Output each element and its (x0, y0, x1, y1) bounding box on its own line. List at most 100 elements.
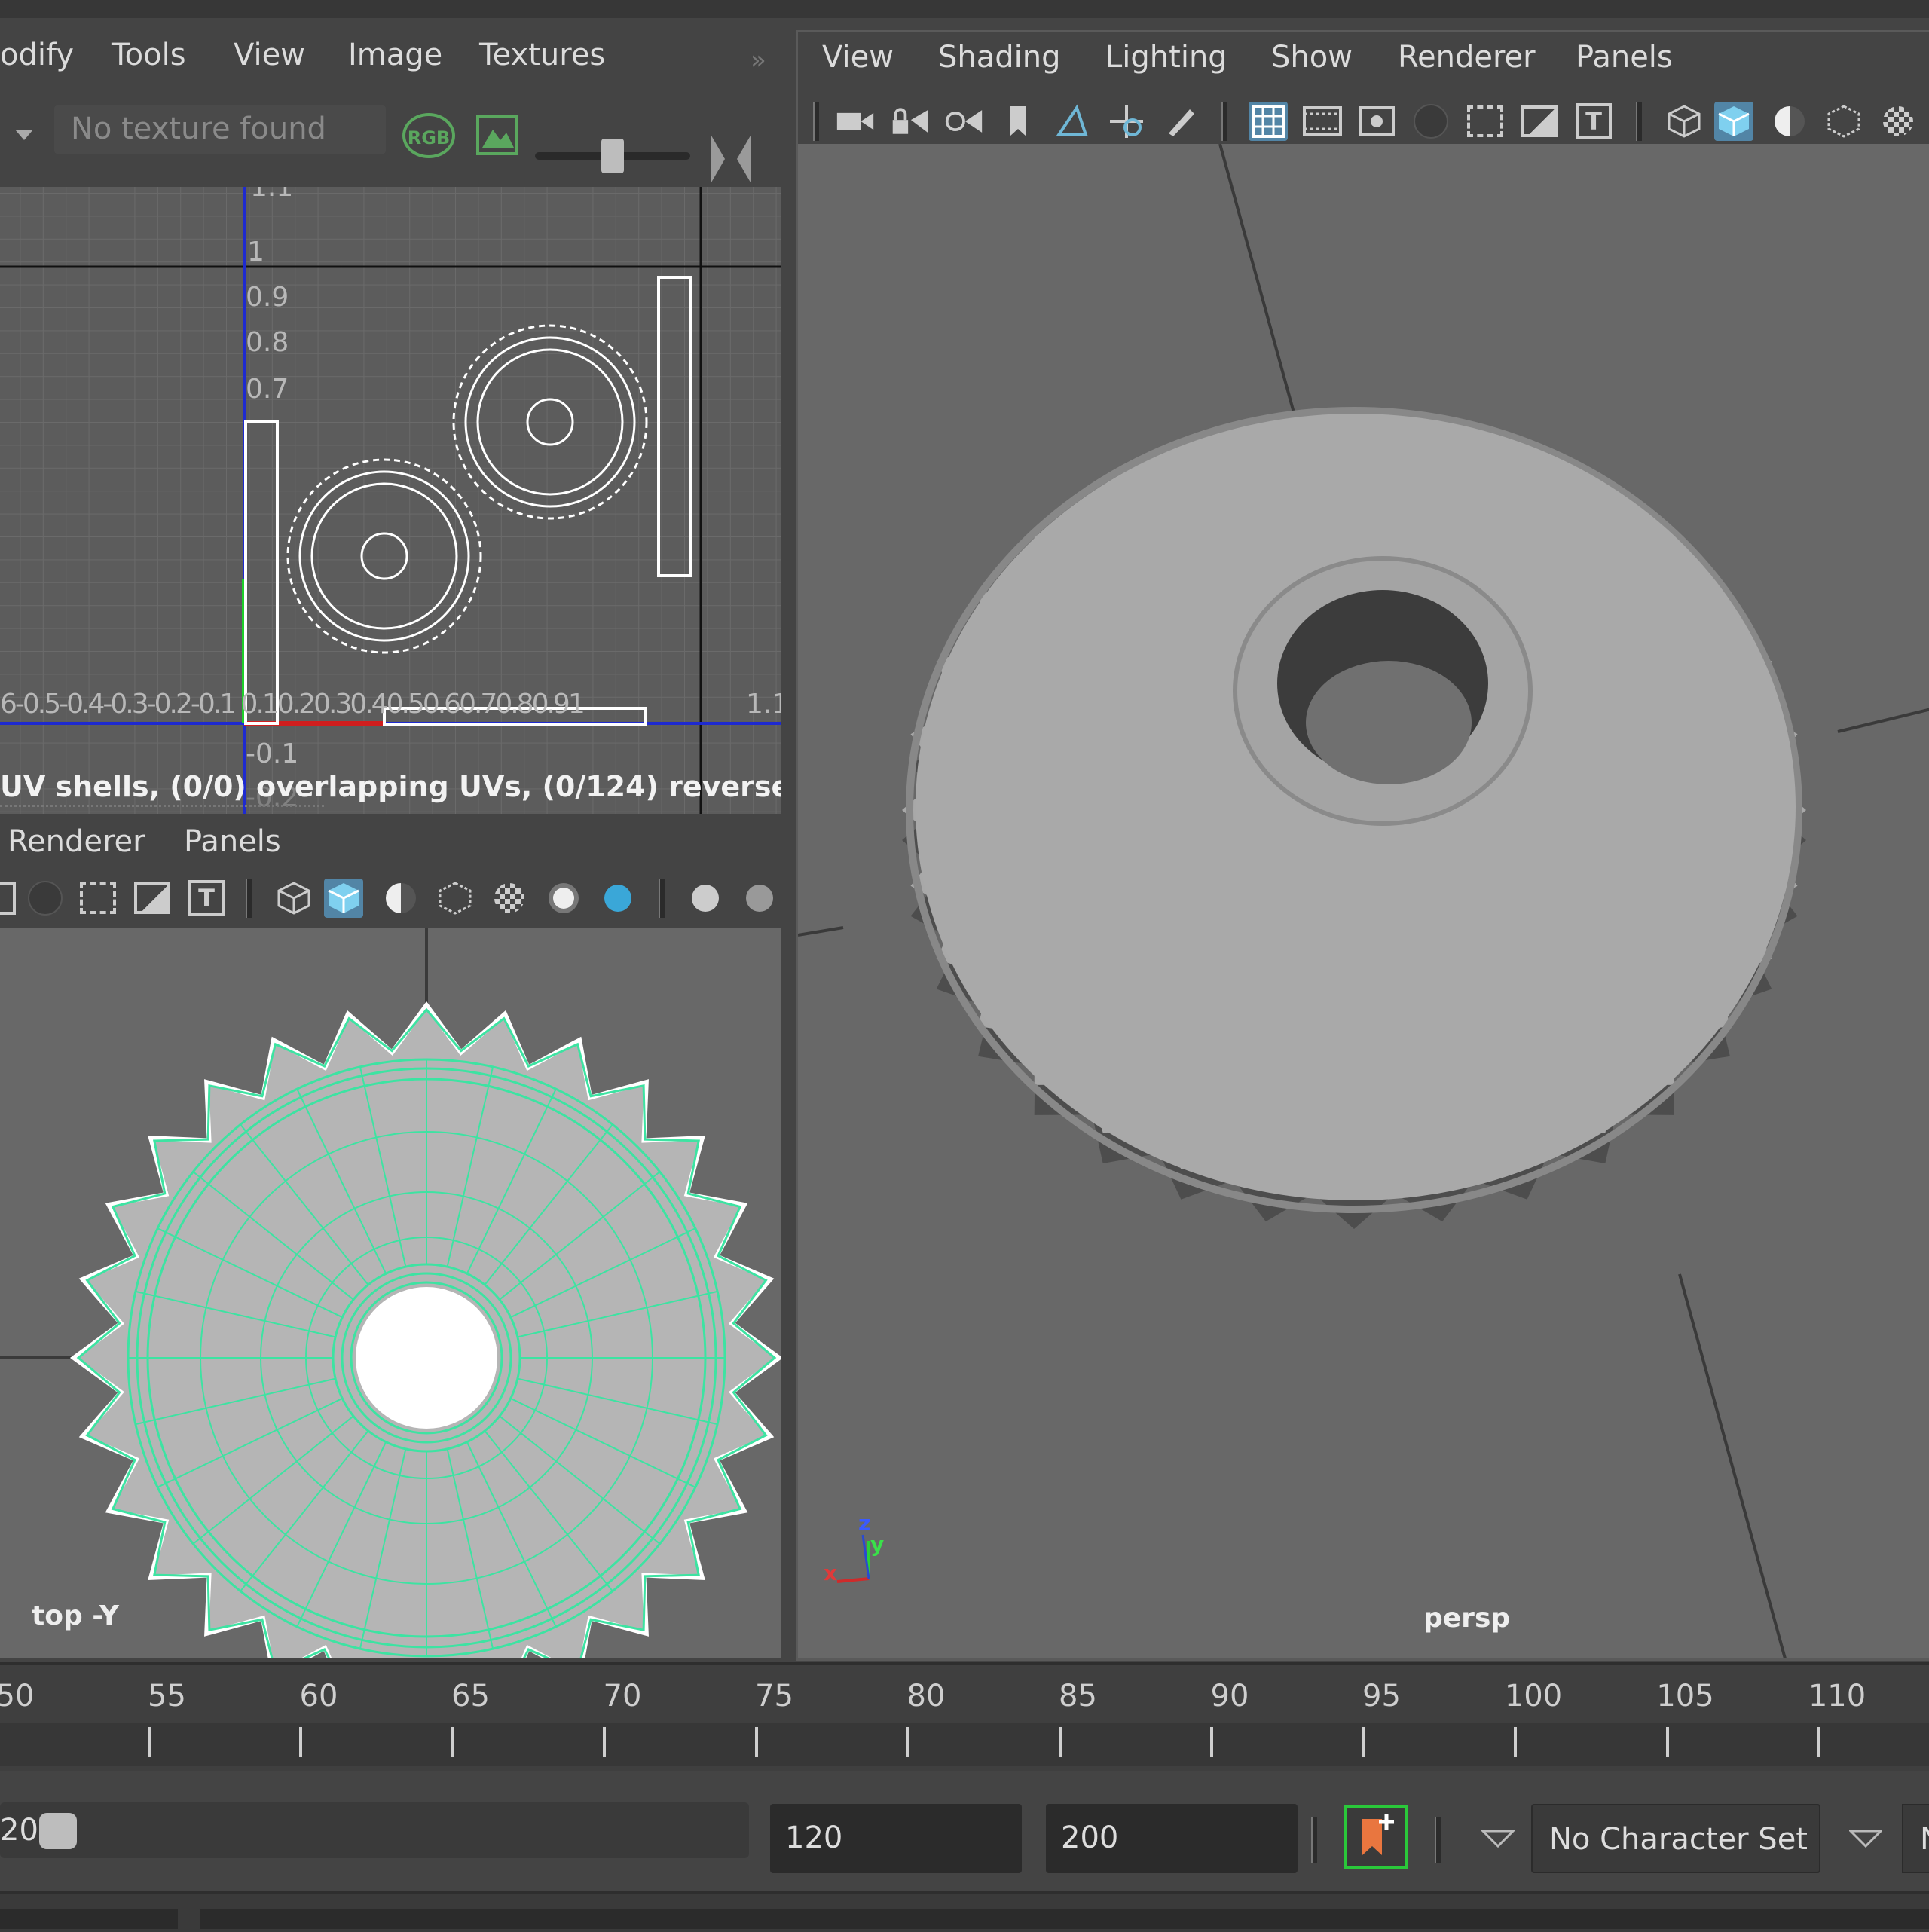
uv-grid-canvas[interactable]: 1.1 1 0.9 0.8 0.7 6-0.5-0.4-0.3-0.2-0.1 … (0, 187, 781, 820)
top-viewport[interactable]: top -Y (0, 928, 781, 1658)
timeline-tick-label: 85 (1059, 1679, 1097, 1713)
timeline-tick-label: 60 (299, 1679, 338, 1713)
timeline-tick-label: 65 (451, 1679, 490, 1713)
timeline-tick-mark (603, 1727, 606, 1757)
axis-z-label: z (858, 1511, 871, 1536)
uv-status-text: UV shells, (0/0) overlapping UVs, (0/124… (0, 770, 781, 803)
resolution-gate-icon[interactable] (0, 879, 21, 918)
bookmark-icon[interactable] (998, 102, 1038, 141)
persp-menu-show[interactable]: Show (1271, 40, 1353, 75)
grease-pencil-icon[interactable] (1161, 102, 1200, 141)
range-slider-handle[interactable] (39, 1813, 77, 1849)
resolution-gate-icon[interactable] (1357, 102, 1396, 141)
help-line-field[interactable] (200, 1909, 1929, 1929)
playback-end-field[interactable]: 120 (770, 1804, 1022, 1873)
camera-mask-icon[interactable] (26, 879, 65, 918)
persp-menu-shading[interactable]: Shading (938, 40, 1061, 75)
uv-menu-tools[interactable]: Tools (112, 38, 186, 72)
uv-v-label-0-8: 0.8 (246, 327, 289, 358)
playback-end-value: 120 (785, 1820, 843, 1855)
gate-mask-icon[interactable] (1411, 102, 1451, 141)
range-current-end: 20 (0, 1813, 38, 1848)
grid-icon[interactable] (1249, 102, 1288, 141)
hud-text-icon[interactable]: T (187, 879, 226, 918)
character-set-field[interactable]: No Character Set (1531, 1804, 1820, 1873)
film-gate-icon[interactable] (1303, 102, 1342, 141)
top-gear-hole (356, 1287, 497, 1429)
range-slider[interactable]: 20 (0, 1802, 749, 1858)
anim-layer-value: N (1920, 1822, 1929, 1857)
lights-icon[interactable] (544, 879, 583, 918)
smooth-shade-cube-icon[interactable] (324, 879, 363, 918)
uv-v-label-neg-0-1: -0.1 (246, 738, 299, 769)
toolbar-separator (1311, 1817, 1317, 1863)
axis-y-label: y (870, 1532, 885, 1557)
uv-v-label-0-7: 0.7 (246, 374, 289, 405)
antialias-icon[interactable] (740, 879, 779, 918)
anim-prefs-dropdown-icon[interactable] (1480, 1830, 1516, 1852)
uv-editor-panel: odify Tools View Image Textures » No tex… (0, 18, 784, 820)
lock-camera-icon[interactable] (890, 102, 929, 141)
top-menu-renderer[interactable]: Renderer (8, 824, 145, 859)
checker-icon[interactable] (490, 879, 529, 918)
persp-menu-lighting[interactable]: Lighting (1105, 40, 1227, 75)
toolbar-separator (1221, 102, 1227, 141)
wireframe-cube-icon[interactable] (1665, 102, 1704, 141)
camera-attributes-icon[interactable] (944, 102, 983, 141)
animation-end-field[interactable]: 200 (1046, 1804, 1298, 1873)
top-menu-panels[interactable]: Panels (184, 824, 281, 859)
field-chart-icon[interactable] (1466, 102, 1505, 141)
character-set-dropdown-icon[interactable] (1848, 1830, 1884, 1852)
image-plane-icon[interactable] (133, 879, 172, 918)
safe-title-icon[interactable]: T (1574, 102, 1613, 141)
persp-panel: View Shading Lighting Show Renderer Pane… (796, 30, 1929, 1661)
uv-menu-modify[interactable]: odify (0, 38, 74, 72)
timeline-tick-label: 50 (0, 1679, 35, 1713)
timeline-tick-mark (1514, 1727, 1517, 1757)
timeline-tick-label: 90 (1210, 1679, 1249, 1713)
xray-cube-icon[interactable] (1824, 102, 1863, 141)
smooth-shade-cube-icon[interactable] (1714, 102, 1753, 141)
uv-menu-textures[interactable]: Textures (479, 38, 605, 72)
command-line-field[interactable] (0, 1909, 178, 1929)
wireframe-cube-icon[interactable] (274, 879, 313, 918)
image-display-icon[interactable] (476, 115, 518, 155)
texture-dropdown-arrow-icon[interactable] (15, 130, 33, 140)
persp-viewport[interactable]: z y x persp (798, 144, 1929, 1658)
persp-menu-renderer[interactable]: Renderer (1398, 40, 1536, 75)
persp-menu-view[interactable]: View (822, 40, 894, 75)
split-view-icon[interactable] (708, 133, 754, 188)
animation-end-value: 200 (1061, 1820, 1119, 1855)
exposure-slider-handle[interactable] (601, 139, 624, 173)
motion-blur-icon[interactable] (686, 879, 725, 918)
safe-action-icon[interactable] (1520, 102, 1559, 141)
select-camera-icon[interactable] (836, 102, 875, 141)
toolbar-separator (1435, 1817, 1441, 1863)
rgb-channel-icon[interactable]: RGB (402, 113, 455, 158)
texture-dropdown-value: No texture found (71, 112, 326, 146)
shadows-sphere-icon[interactable] (381, 879, 420, 918)
image-plane-camera-icon[interactable] (1053, 102, 1092, 141)
xray-cube-icon[interactable] (436, 879, 475, 918)
timeline-tick-mark (754, 1727, 758, 1757)
timeline-tick-label: 70 (603, 1679, 642, 1713)
top-edge (0, 0, 1929, 18)
safe-action-icon[interactable] (78, 879, 118, 918)
persp-menu-panels[interactable]: Panels (1576, 40, 1673, 75)
anim-layer-field[interactable]: N (1902, 1804, 1929, 1873)
two-d-pan-zoom-icon[interactable] (1107, 102, 1146, 141)
timeline-tick-label: 105 (1656, 1679, 1714, 1713)
auto-keyframe-icon[interactable] (1344, 1805, 1408, 1869)
checker-icon[interactable] (1879, 102, 1918, 141)
menu-overflow-icon[interactable]: » (751, 45, 766, 75)
uv-menu-image[interactable]: Image (348, 38, 442, 72)
shadows-sphere-icon[interactable] (1770, 102, 1809, 141)
texture-dropdown[interactable]: No texture found (54, 105, 386, 154)
panel-splitter[interactable] (0, 805, 324, 807)
timeline-tick-label: 55 (148, 1679, 186, 1713)
uv-menu-view[interactable]: View (234, 38, 305, 72)
persp-camera-label: persp (1423, 1603, 1511, 1634)
timeline-tick-label: 75 (755, 1679, 793, 1713)
ambient-occlusion-icon[interactable] (598, 879, 637, 918)
timeline-tick-mark (299, 1727, 302, 1757)
